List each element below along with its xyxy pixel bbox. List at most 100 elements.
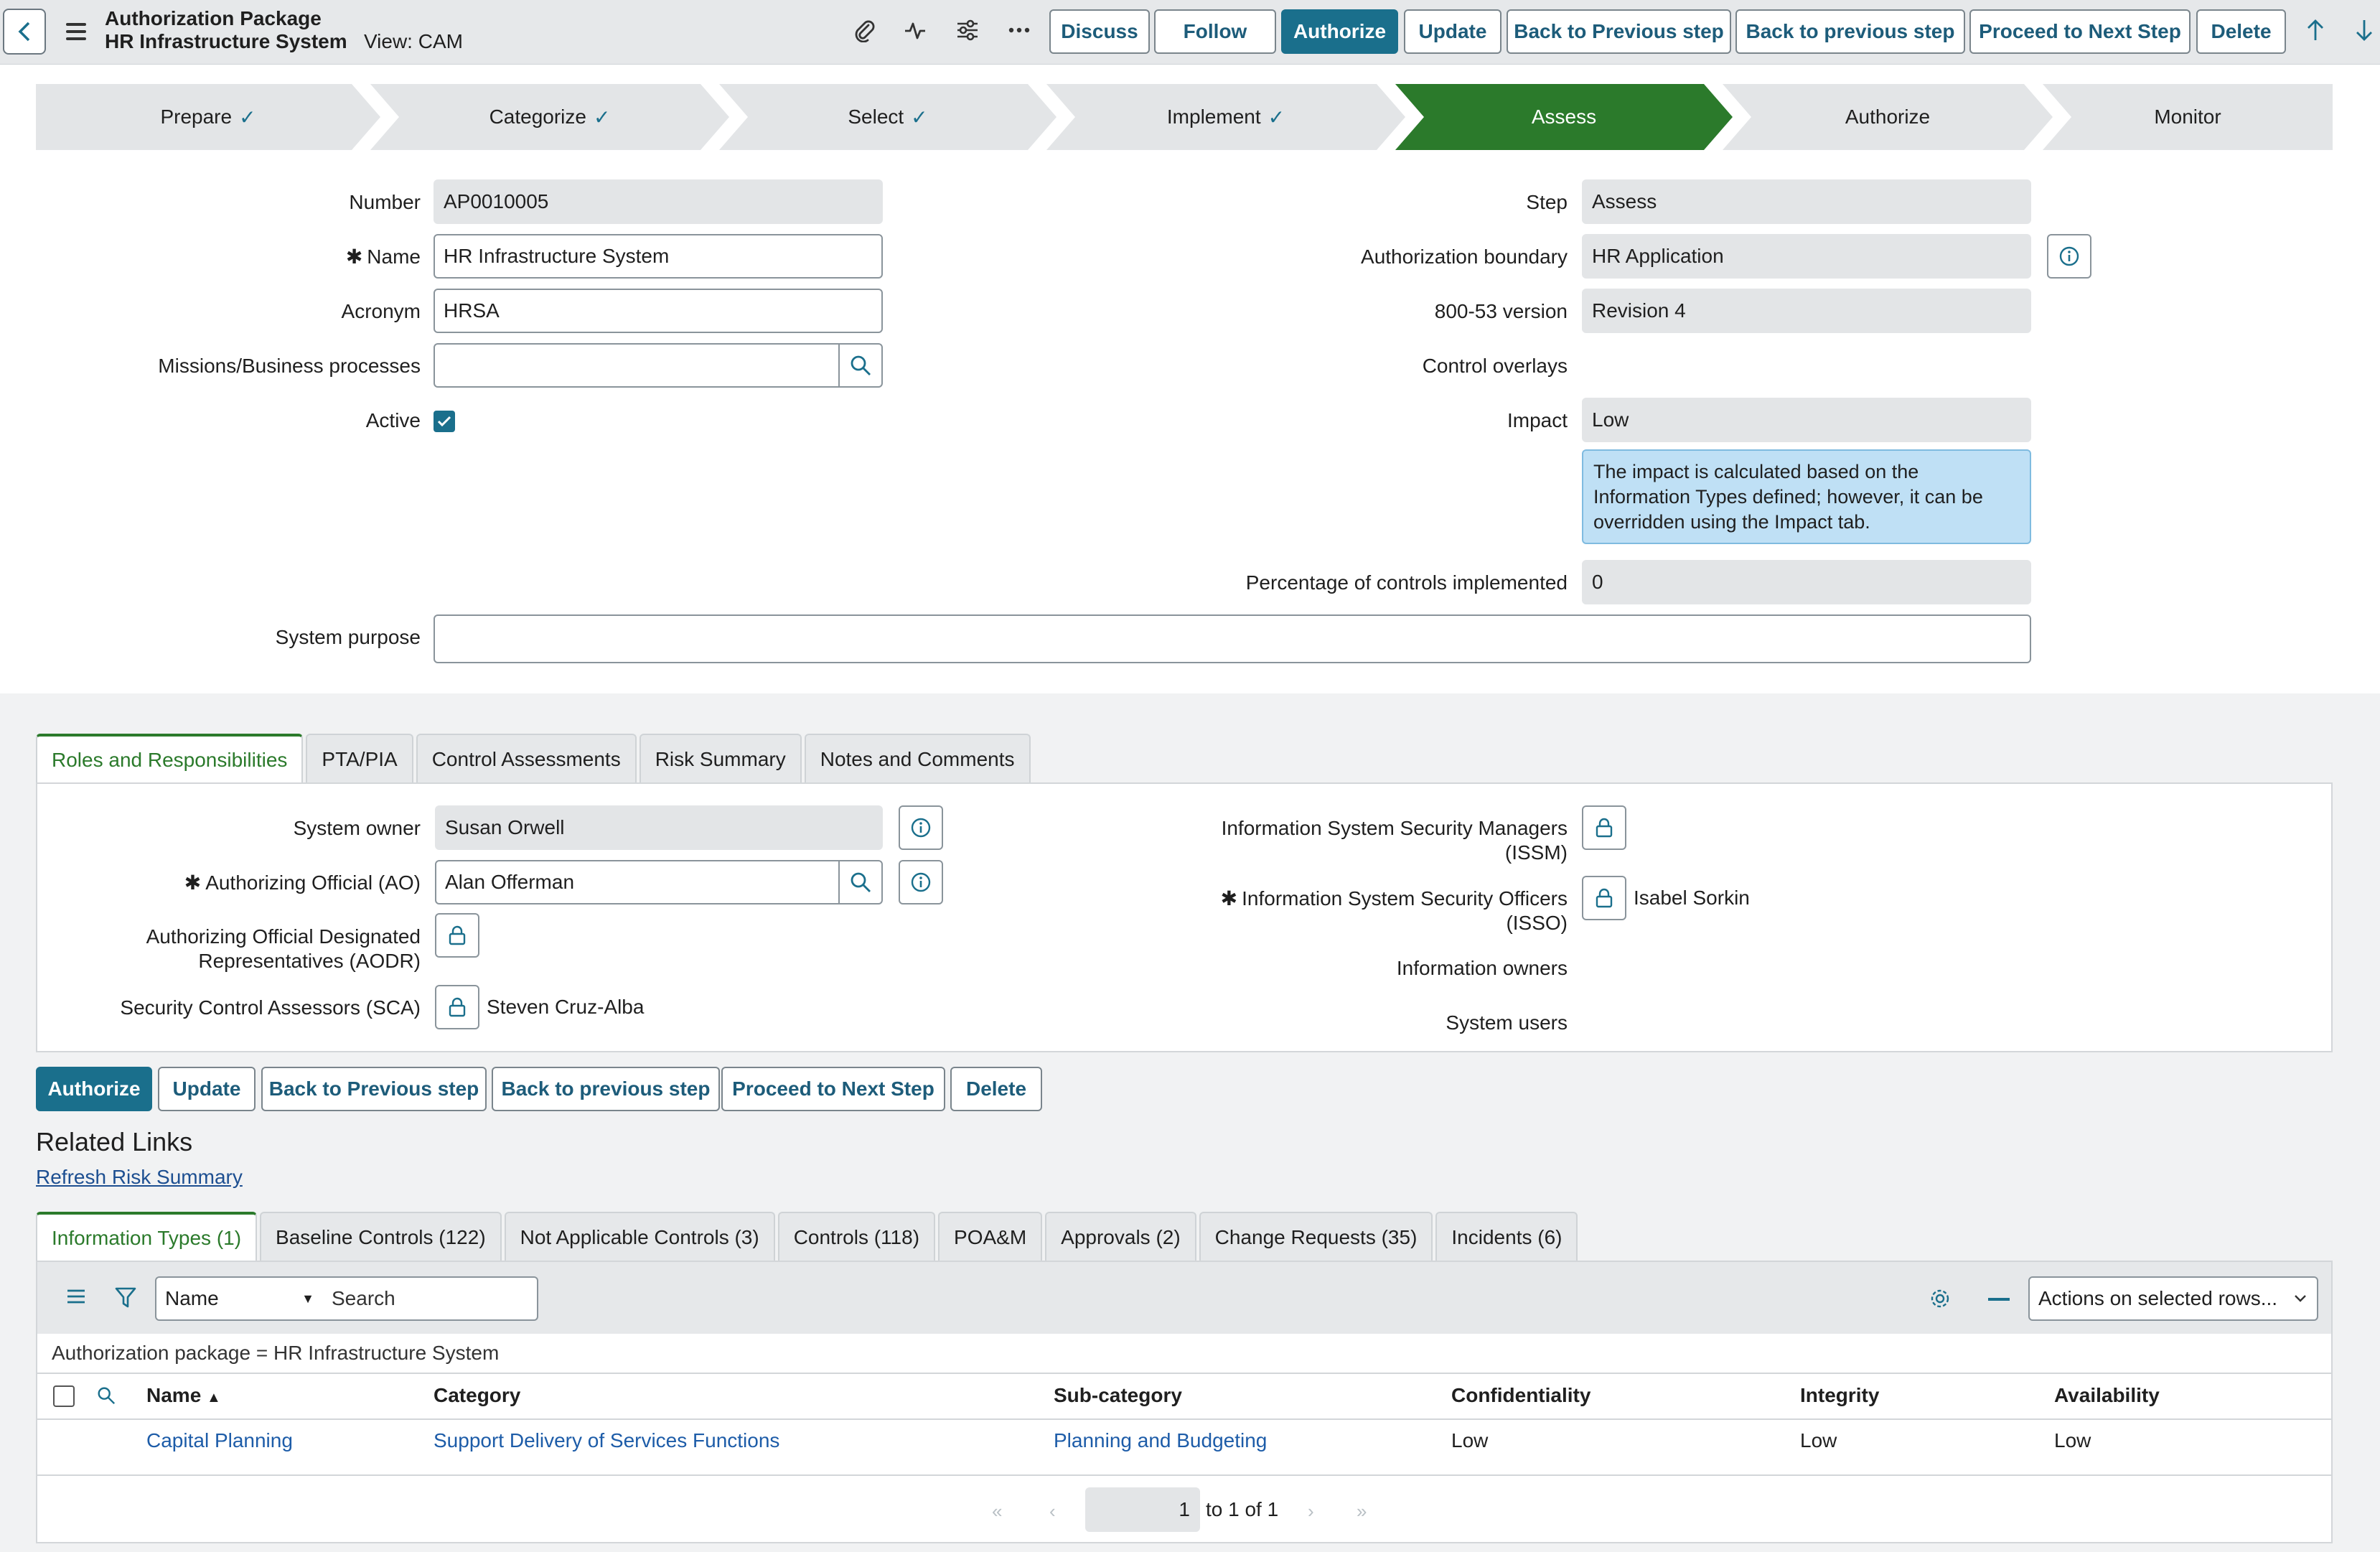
step-field: Assess <box>1582 179 2031 224</box>
follow-button[interactable]: Follow <box>1154 9 1276 54</box>
list-search-input[interactable]: Search <box>323 1276 538 1321</box>
tab-baseline-controls[interactable]: Baseline Controls (122) <box>260 1212 502 1262</box>
back-to-previous-step-button[interactable]: Back to Previous step <box>1507 9 1731 54</box>
missions-field[interactable] <box>434 343 840 388</box>
isso-value: Isabel Sorkin <box>1634 887 1750 909</box>
row-sub-category-link[interactable]: Planning and Budgeting <box>1054 1429 1267 1452</box>
arrow-down-icon[interactable] <box>2348 14 2380 46</box>
issm-lock-button[interactable] <box>1582 805 1626 850</box>
active-checkbox[interactable] <box>434 411 455 432</box>
context-menu-icon[interactable] <box>66 19 86 45</box>
update-button[interactable]: Update <box>1404 9 1501 54</box>
number-field: AP0010005 <box>434 179 883 224</box>
boundary-info-button[interactable] <box>2047 234 2091 279</box>
system-purpose-label: System purpose <box>275 626 421 648</box>
missions-lookup-button[interactable] <box>838 343 883 388</box>
delete-button[interactable]: Delete <box>2196 9 2286 54</box>
tab-not-applicable-controls[interactable]: Not Applicable Controls (3) <box>504 1212 775 1262</box>
next-page-icon[interactable]: › <box>1308 1500 1314 1523</box>
boundary-field: HR Application <box>1582 234 2031 279</box>
tab-pta-pia[interactable]: PTA/PIA <box>306 734 413 784</box>
sca-lock-button[interactable] <box>435 985 479 1029</box>
column-header-integrity[interactable]: Integrity <box>1800 1384 1879 1407</box>
gear-icon[interactable] <box>1929 1288 1951 1309</box>
ao-info-button[interactable] <box>899 860 943 904</box>
column-header-sub-category[interactable]: Sub-category <box>1054 1384 1182 1407</box>
tab-notes-and-comments[interactable]: Notes and Comments <box>804 734 1031 784</box>
page-number-input[interactable]: 1 <box>1085 1487 1200 1532</box>
tab-risk-summary[interactable]: Risk Summary <box>639 734 802 784</box>
arrow-up-icon[interactable] <box>2300 14 2331 46</box>
back-to-previous-step-button-2[interactable]: Back to previous step <box>1735 9 1965 54</box>
tab-control-assessments[interactable]: Control Assessments <box>416 734 637 784</box>
list-menu-icon[interactable] <box>66 1288 86 1309</box>
acronym-field[interactable]: HRSA <box>434 289 883 333</box>
column-search-icon[interactable] <box>96 1385 118 1407</box>
version-label: 800-53 version <box>1434 300 1568 322</box>
tab-information-types[interactable]: Information Types (1) <box>36 1212 258 1262</box>
select-all-checkbox[interactable] <box>53 1385 75 1407</box>
column-header-availability[interactable]: Availability <box>2054 1384 2160 1407</box>
tab-approvals[interactable]: Approvals (2) <box>1045 1212 1196 1262</box>
refresh-risk-summary-link[interactable]: Refresh Risk Summary <box>36 1166 243 1189</box>
row-name-link[interactable]: Capital Planning <box>146 1429 293 1452</box>
workflow-stepper: Prepare ✓ Categorize ✓ Select ✓ Implement ✓ … <box>36 84 2333 150</box>
lock-icon <box>1596 888 1613 908</box>
name-field[interactable]: HR Infrastructure System <box>434 234 883 279</box>
view-label: View: CAM <box>364 30 463 52</box>
bottom-back-to-previous-step-button-2[interactable]: Back to previous step <box>492 1067 720 1111</box>
system-owner-info-button[interactable] <box>899 805 943 850</box>
filter-icon[interactable] <box>115 1286 138 1311</box>
bottom-update-button[interactable]: Update <box>158 1067 256 1111</box>
bottom-back-to-previous-step-button[interactable]: Back to Previous step <box>261 1067 487 1111</box>
bottom-proceed-to-next-step-button[interactable]: Proceed to Next Step <box>721 1067 945 1111</box>
system-users-label: System users <box>1446 1011 1568 1034</box>
tab-incidents[interactable]: Incidents (6) <box>1435 1212 1578 1262</box>
column-header-name[interactable]: Name ▲ <box>146 1384 221 1407</box>
active-label: Active <box>365 409 421 431</box>
number-label: Number <box>349 191 421 213</box>
previous-page-icon[interactable]: ‹ <box>1049 1500 1056 1523</box>
activity-icon[interactable] <box>899 14 931 46</box>
last-page-icon[interactable]: » <box>1357 1500 1367 1523</box>
tab-change-requests[interactable]: Change Requests (35) <box>1199 1212 1433 1262</box>
isso-lock-button[interactable] <box>1582 876 1626 920</box>
chevron-left-icon <box>18 22 30 42</box>
column-header-confidentiality[interactable]: Confidentiality <box>1451 1384 1590 1407</box>
ao-lookup-button[interactable] <box>838 860 883 904</box>
collapse-icon[interactable] <box>1988 1298 2010 1301</box>
discuss-button[interactable]: Discuss <box>1049 9 1150 54</box>
sort-ascending-icon: ▲ <box>207 1390 221 1406</box>
bottom-delete-button[interactable]: Delete <box>950 1067 1042 1111</box>
column-header-category[interactable]: Category <box>434 1384 520 1407</box>
check-icon: ✓ <box>1268 106 1285 128</box>
tab-controls[interactable]: Controls (118) <box>777 1212 936 1262</box>
ao-label: ✱ Authorizing Official (AO) <box>184 871 421 894</box>
proceed-to-next-step-button[interactable]: Proceed to Next Step <box>1969 9 2191 54</box>
back-button[interactable] <box>3 9 46 55</box>
record-name: HR Infrastructure System <box>105 30 347 52</box>
sliders-icon[interactable] <box>952 14 983 46</box>
actions-on-selected-rows-select[interactable]: Actions on selected rows... <box>2028 1276 2318 1321</box>
lock-icon <box>449 997 466 1017</box>
search-field-select[interactable]: Name ▼ <box>155 1276 324 1321</box>
section-tabs: Roles and Responsibilities PTA/PIA Contr… <box>36 734 1034 784</box>
paperclip-icon[interactable] <box>848 14 880 46</box>
aodr-label: Authorizing Official Designated Represent… <box>146 925 421 972</box>
impact-label: Impact <box>1507 409 1568 431</box>
caret-down-icon: ▼ <box>301 1291 314 1306</box>
authorize-button[interactable]: Authorize <box>1281 9 1398 54</box>
overlays-label: Control overlays <box>1422 355 1568 377</box>
aodr-lock-button[interactable] <box>435 913 479 958</box>
bottom-authorize-button[interactable]: Authorize <box>36 1067 152 1111</box>
row-category-link[interactable]: Support Delivery of Services Functions <box>434 1429 779 1452</box>
tab-poam[interactable]: POA&M <box>938 1212 1043 1262</box>
more-icon[interactable] <box>1003 14 1035 46</box>
tab-roles-and-responsibilities[interactable]: Roles and Responsibilities <box>36 734 304 784</box>
search-icon <box>851 355 871 375</box>
required-icon: ✱ <box>1220 887 1238 910</box>
first-page-icon[interactable]: « <box>992 1500 1002 1523</box>
system-purpose-field[interactable] <box>434 614 2031 663</box>
step-assess: Assess <box>1395 84 1733 150</box>
ao-field[interactable]: Alan Offerman <box>435 860 840 904</box>
